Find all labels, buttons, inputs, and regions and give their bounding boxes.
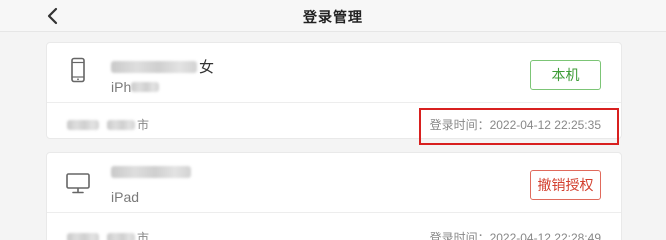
device-name: 女 [111,56,214,77]
device-card: iPad 撤销授权 市 登录时间：2022-04-12 22:28:49 [46,152,622,240]
divider [47,102,621,103]
device-model: iPh [111,79,161,95]
nav-bar: 登录管理 [0,0,666,32]
device-card: 女 iPh 本机 市 登录时间：2022-04-12 22:25:35 [46,42,622,139]
redacted-text [111,166,191,178]
desktop-icon [66,173,90,194]
revoke-authorization-button[interactable]: 撤销授权 [530,170,601,200]
redacted-text [67,232,99,240]
device-model: iPad [111,189,140,205]
phone-icon [71,57,85,83]
login-time: 登录时间：2022-04-12 22:28:49 [429,231,601,240]
page-title: 登录管理 [303,9,363,25]
divider [47,212,621,213]
redacted-text [107,119,135,130]
login-location: 市 [67,229,149,240]
login-location: 市 [67,116,149,133]
redacted-text [111,60,197,73]
current-device-button[interactable]: 本机 [530,60,601,90]
redacted-text [107,232,135,240]
redacted-text [67,119,99,130]
device-name [111,166,193,178]
redacted-text [131,82,160,92]
login-time: 登录时间：2022-04-12 22:25:35 [429,118,601,132]
